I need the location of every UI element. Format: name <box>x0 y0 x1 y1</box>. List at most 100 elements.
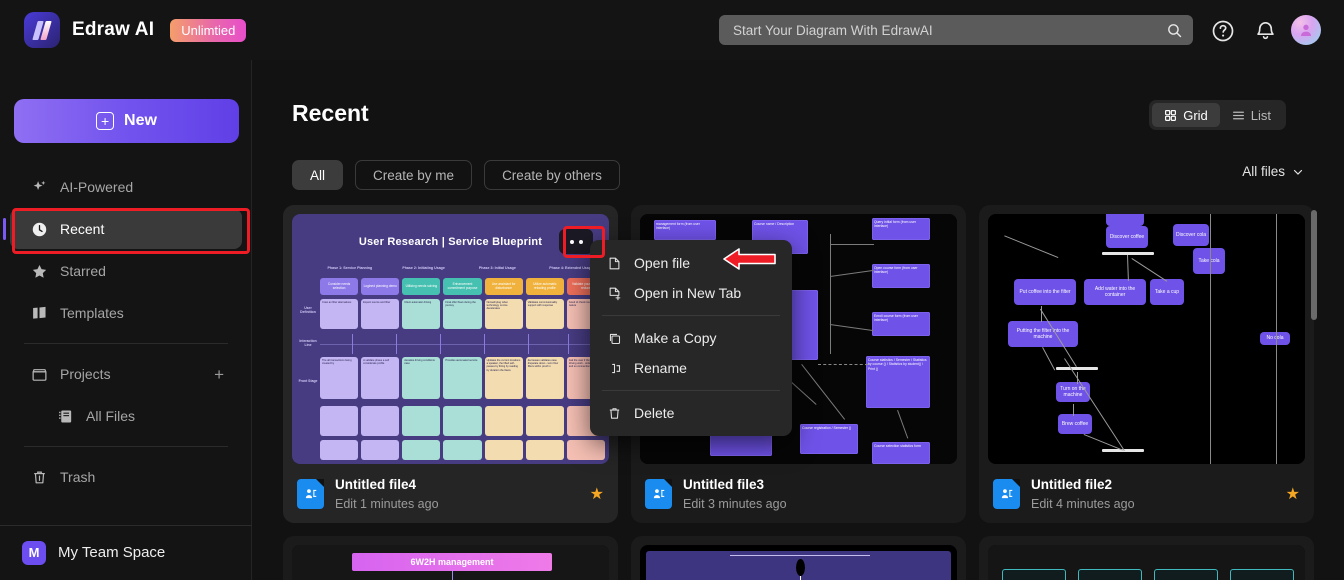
sidebar-item-label: AI-Powered <box>60 179 134 195</box>
context-menu-rename[interactable]: Rename <box>590 353 792 383</box>
view-option-list[interactable]: List <box>1220 103 1283 127</box>
activity-node: Brew coffee <box>1058 414 1092 434</box>
context-menu-label: Open in New Tab <box>634 285 742 301</box>
card-more-options-button[interactable] <box>559 229 593 254</box>
blueprint-cell: The all transactions being created by <box>320 357 359 399</box>
filter-create-by-me[interactable]: Create by me <box>355 160 473 190</box>
card-thumbnail[interactable]: Discover coffee Discover cola Take cola … <box>988 214 1305 464</box>
uml-box: Course registration / Semester () <box>800 424 858 454</box>
sidebar-item-label: Trash <box>60 469 96 485</box>
add-project-button[interactable]: + <box>214 366 224 383</box>
activity-thumbnail: Discover coffee Discover cola Take cola … <box>988 214 1305 464</box>
star-icon <box>30 262 48 280</box>
sidebar-item-label: All Files <box>86 408 136 424</box>
main-content: Recent Grid List All Create by me Create… <box>252 60 1344 580</box>
sidebar: + New AI-Powered Recent Starred Template… <box>0 60 252 580</box>
context-menu-label: Delete <box>634 405 675 421</box>
context-menu-divider <box>602 390 780 391</box>
file-card[interactable] <box>631 536 966 580</box>
uml-box: Enroll course form (from user interface) <box>872 312 930 336</box>
activity-node <box>1106 214 1144 226</box>
card-thumbnail[interactable] <box>988 545 1305 580</box>
blueprint-phases: Phase 1: Service Planning Phase 2: Initi… <box>320 266 601 270</box>
blueprint-cell: Final offer flows during the journey <box>443 299 482 329</box>
sidebar-item-trash[interactable]: Trash <box>10 457 242 497</box>
activity-node: Putting the filter into the machine <box>1008 321 1078 347</box>
file-card[interactable]: Discover coffee Discover cola Take cola … <box>979 205 1314 523</box>
card-star-icon[interactable]: ★ <box>1286 484 1300 504</box>
sidebar-item-starred[interactable]: Starred <box>10 251 242 291</box>
search-icon[interactable] <box>1166 22 1183 39</box>
context-menu-make-copy[interactable]: Make a Copy <box>590 323 792 353</box>
help-circle-icon[interactable] <box>1210 18 1235 43</box>
view-option-grid[interactable]: Grid <box>1152 103 1220 127</box>
team-space-item[interactable]: M My Team Space <box>0 525 252 580</box>
clock-icon <box>30 220 48 238</box>
grid-icon <box>1164 109 1177 122</box>
card-footer: Untitled file4 Edit 1 minutes ago ★ <box>283 465 618 523</box>
blueprint-band: Consider needs selection <box>320 278 359 295</box>
filter-all[interactable]: All <box>292 160 344 190</box>
search-input[interactable] <box>733 22 1166 38</box>
activity-node: Discover cola <box>1173 224 1209 246</box>
activity-node: Discover coffee <box>1106 226 1148 248</box>
uml-box: Course selection statistics form <box>872 442 930 464</box>
all-files-dropdown[interactable]: All files <box>1242 164 1304 179</box>
bell-icon[interactable] <box>1253 18 1278 43</box>
new-button[interactable]: + New <box>14 99 239 143</box>
search-bar[interactable] <box>719 15 1193 45</box>
new-button-label: New <box>124 112 157 129</box>
sparkle-icon <box>30 178 48 196</box>
blueprint-row-label: Interaction Line <box>299 339 317 347</box>
card-star-icon[interactable]: ★ <box>590 484 604 504</box>
edraw-logo-icon <box>24 12 60 48</box>
team-badge: M <box>22 540 46 565</box>
filter-create-by-others[interactable]: Create by others <box>484 160 620 190</box>
file-card[interactable]: User Research | Service Blueprint Phase … <box>283 205 618 523</box>
brand[interactable]: Edraw AI Unlimtied <box>24 12 247 48</box>
sidebar-item-label: Templates <box>60 305 124 321</box>
file-type-icon <box>645 479 672 509</box>
context-menu-delete[interactable]: Delete <box>590 398 792 428</box>
blueprint-cell: A validate phase a self considerate prof… <box>361 357 400 399</box>
edraw-ai-app: Edraw AI Unlimtied + <box>0 0 1344 580</box>
sidebar-item-projects[interactable]: Projects + <box>10 354 242 394</box>
blueprint-band: Logined planning demo <box>361 278 400 295</box>
templates-icon <box>30 304 48 322</box>
scrollbar-thumb[interactable] <box>1311 210 1317 320</box>
card-thumbnail[interactable] <box>640 545 957 580</box>
blueprint-bands: Consider needs selection Logined plannin… <box>320 278 605 295</box>
activity-node: Take cola <box>1193 248 1225 274</box>
blueprint-cell: decreases validates case disparate down … <box>525 357 564 399</box>
sidebar-item-ai-powered[interactable]: AI-Powered <box>10 167 242 207</box>
sidebar-item-recent[interactable]: Recent <box>3 209 242 249</box>
open-file-icon <box>606 255 622 271</box>
sidebar-divider-1 <box>24 343 228 344</box>
context-menu-label: Rename <box>634 360 687 376</box>
pink-diagram-title: 6W2H management <box>352 553 552 571</box>
sidebar-item-label: Starred <box>60 263 106 279</box>
card-subtitle: Edit 1 minutes ago <box>335 496 439 511</box>
user-avatar[interactable] <box>1291 15 1321 45</box>
context-menu-label: Make a Copy <box>634 330 717 346</box>
sidebar-nav: AI-Powered Recent Starred Templates Proj… <box>0 165 252 499</box>
card-thumbnail[interactable]: User Research | Service Blueprint Phase … <box>292 214 609 464</box>
sidebar-item-all-files[interactable]: All Files <box>10 396 242 436</box>
context-menu-label: Open file <box>634 255 691 271</box>
card-title: Untitled file2 <box>1031 477 1113 493</box>
file-card[interactable] <box>979 536 1314 580</box>
sidebar-item-templates[interactable]: Templates <box>10 293 242 333</box>
context-menu-open-file[interactable]: Open file <box>590 248 792 278</box>
view-option-label: List <box>1250 107 1271 123</box>
context-menu-open-new-tab[interactable]: Open in New Tab <box>590 278 792 308</box>
card-thumbnail[interactable]: 6W2H management <box>292 545 609 580</box>
context-menu-divider <box>602 315 780 316</box>
blueprint-cell: Crew an filter alternatives <box>320 299 359 329</box>
blueprint-cell: Nonself-plug when technology on-line dec… <box>484 299 523 329</box>
activity-node: Take a cup <box>1150 279 1184 305</box>
folder-icon <box>30 365 48 383</box>
team-name: My Team Space <box>58 544 166 561</box>
plan-badge: Unlimtied <box>170 18 247 42</box>
file-card[interactable]: 6W2H management <box>283 536 618 580</box>
file-context-menu: Open file Open in New Tab Make a Copy Re… <box>590 240 792 436</box>
